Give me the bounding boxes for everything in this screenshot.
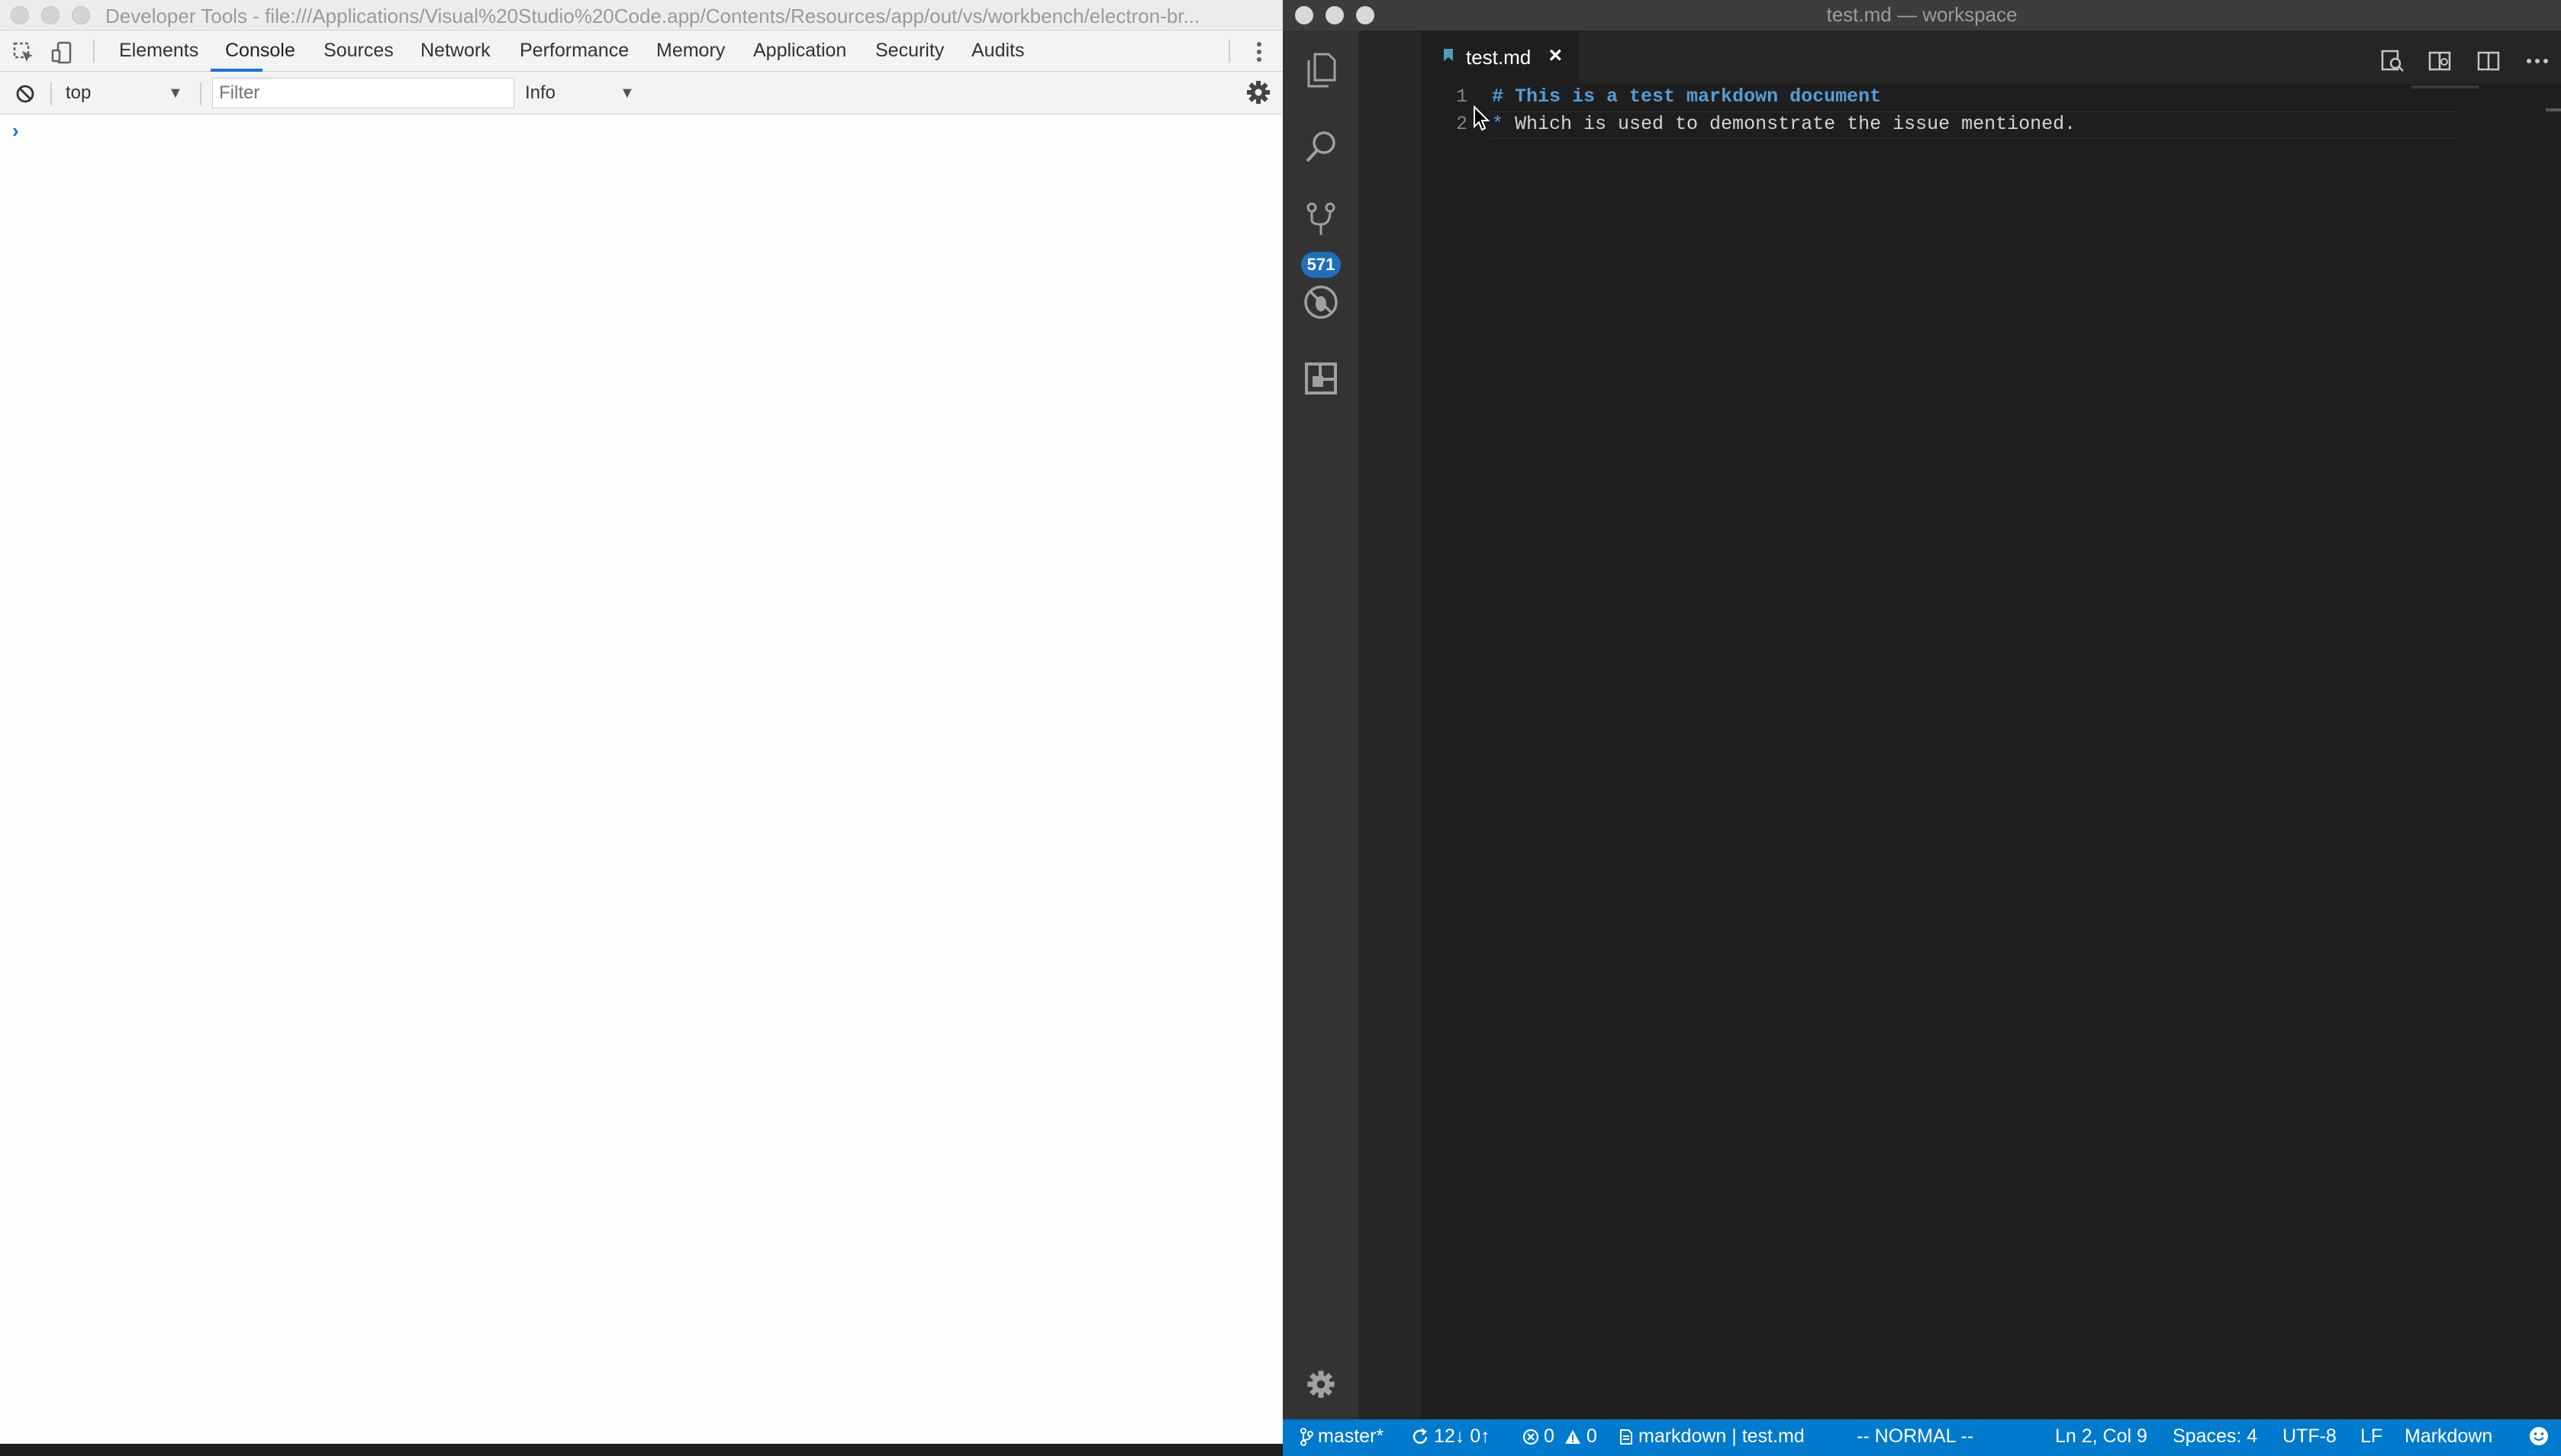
tab-network[interactable]: Network — [420, 40, 491, 62]
breadcrumb-icon — [1620, 1429, 1632, 1445]
devtools-window-controls — [11, 6, 90, 24]
status-problems[interactable]: 0 0 — [1522, 1425, 1597, 1448]
editor-line[interactable]: 1 # This is a test markdown document — [1422, 85, 2490, 113]
gear-icon[interactable] — [1245, 79, 1271, 109]
editor-line[interactable]: 2 * Which is used to demonstrate the iss… — [1422, 113, 2490, 140]
search-icon[interactable] — [1297, 122, 1345, 171]
mouse-cursor-icon — [1473, 105, 1490, 135]
markdown-heading-marker: # — [1492, 85, 1516, 108]
sync-icon — [1413, 1428, 1428, 1444]
open-preview-icon[interactable] — [2377, 46, 2408, 76]
status-bar: master* 12↓ 0↑ 0 0 markdown | test.md --… — [1283, 1419, 2561, 1456]
overview-ruler-mark — [2546, 108, 2561, 111]
status-vim-mode: -- NORMAL -- — [1857, 1425, 1974, 1447]
devtools-window: Developer Tools - file:///Applications/V… — [0, 0, 1283, 1456]
warning-icon — [1564, 1429, 1580, 1444]
toolbar-divider — [50, 82, 52, 105]
log-level-select[interactable]: Info ▼ — [525, 79, 647, 107]
editor-tab-test-md[interactable]: test.md × — [1422, 31, 1579, 84]
status-sync[interactable]: 12↓ 0↑ — [1411, 1425, 1490, 1448]
toolbar-divider — [93, 40, 95, 63]
error-icon — [1522, 1429, 1539, 1445]
more-vertical-icon[interactable] — [1252, 41, 1267, 66]
close-window-button[interactable] — [1295, 6, 1313, 24]
vscode-window: test.md — workspace 571 test.md × 1 # Th… — [1283, 0, 2561, 1456]
tab-audits[interactable]: Audits — [971, 40, 1024, 62]
debug-icon[interactable] — [1297, 278, 1345, 327]
activity-bar: 571 — [1283, 31, 1359, 1419]
console-prompt[interactable]: › — [12, 119, 19, 143]
tab-performance[interactable]: Performance — [520, 40, 629, 62]
tab-application[interactable]: Application — [753, 40, 846, 62]
status-indentation[interactable]: Spaces: 4 — [2173, 1425, 2257, 1448]
status-encoding[interactable]: UTF-8 — [2282, 1425, 2337, 1448]
chevron-down-icon: ▼ — [168, 84, 183, 101]
close-icon[interactable]: × — [1548, 43, 1562, 69]
clear-console-icon[interactable] — [12, 81, 38, 107]
chevron-down-icon: ▼ — [620, 84, 635, 101]
inspect-element-icon[interactable] — [11, 40, 37, 66]
extensions-icon[interactable] — [1297, 354, 1345, 403]
scm-count-badge: 571 — [1301, 252, 1341, 278]
branch-name: master* — [1318, 1425, 1384, 1447]
toolbar-divider — [200, 82, 201, 105]
zoom-window-button[interactable] — [1356, 6, 1374, 24]
devtools-titlebar: Developer Tools - file:///Applications/V… — [0, 0, 1283, 31]
line-number: 1 — [1455, 85, 1467, 108]
vscode-titlebar: test.md — workspace — [1283, 0, 2561, 31]
line-content: * Which is used to demonstrate the issue… — [1492, 113, 2076, 135]
line-content: # This is a test markdown document — [1492, 85, 1881, 108]
minimap-preview[interactable] — [2411, 85, 2479, 89]
status-language[interactable]: Markdown — [2405, 1425, 2492, 1448]
tab-security[interactable]: Security — [875, 40, 944, 62]
close-window-button[interactable] — [11, 6, 29, 24]
console-filter-input[interactable] — [212, 78, 514, 108]
status-cursor-position[interactable]: Ln 2, Col 9 — [2055, 1425, 2147, 1448]
toolbar-divider — [1229, 40, 1230, 63]
status-branch[interactable]: master* — [1300, 1425, 1384, 1448]
minimize-window-button[interactable] — [1326, 6, 1344, 24]
markdown-heading-text: This is a test markdown document — [1515, 85, 1882, 108]
markdown-file-icon — [1444, 49, 1453, 61]
context-select-value: top — [66, 82, 92, 103]
markdown-list-text: Which is used to demonstrate the issue m… — [1515, 113, 2076, 135]
devtools-tab-bar: Elements Console Sources Network Perform… — [0, 31, 1283, 72]
open-preview-side-icon[interactable] — [2424, 46, 2455, 76]
sync-counts: 12↓ 0↑ — [1434, 1425, 1490, 1447]
explorer-icon[interactable] — [1297, 46, 1345, 95]
context-select[interactable]: top ▼ — [66, 79, 188, 107]
warning-count: 0 — [1586, 1425, 1597, 1447]
manage-gear-icon[interactable] — [1297, 1360, 1345, 1409]
source-control-icon[interactable] — [1297, 195, 1345, 244]
status-breadcrumb[interactable]: markdown | test.md — [1619, 1425, 1805, 1448]
editor-area[interactable]: 1 # This is a test markdown document 2 *… — [1422, 84, 2561, 1419]
feedback-smiley-icon[interactable] — [2528, 1425, 2550, 1447]
error-count: 0 — [1544, 1425, 1554, 1447]
tab-sources[interactable]: Sources — [324, 40, 394, 62]
markdown-bullet-marker: * — [1492, 113, 1516, 135]
tab-console[interactable]: Console — [225, 40, 295, 62]
tab-memory[interactable]: Memory — [656, 40, 725, 62]
device-toolbar-icon[interactable] — [49, 40, 75, 66]
sidebar-collapsed — [1359, 31, 1422, 1419]
log-level-value: Info — [525, 82, 556, 103]
minimize-window-button[interactable] — [41, 6, 60, 24]
split-editor-icon[interactable] — [2473, 46, 2504, 76]
console-toolbar: top ▼ Info ▼ — [0, 72, 1283, 114]
zoom-window-button[interactable] — [72, 6, 90, 24]
more-actions-icon[interactable] — [2522, 46, 2553, 76]
devtools-window-title: Developer Tools - file:///Applications/V… — [105, 5, 1200, 27]
tab-elements[interactable]: Elements — [119, 40, 198, 62]
breadcrumb-text: markdown | test.md — [1638, 1425, 1805, 1447]
status-eol[interactable]: LF — [2360, 1425, 2382, 1448]
window-bottom-edge — [0, 1444, 1283, 1456]
line-number: 2 — [1455, 113, 1467, 135]
editor-tab-label: test.md — [1466, 45, 1532, 69]
vscode-window-title: test.md — workspace — [1826, 3, 2018, 26]
vscode-window-controls — [1295, 6, 1374, 24]
git-branch-icon — [1300, 1427, 1313, 1446]
